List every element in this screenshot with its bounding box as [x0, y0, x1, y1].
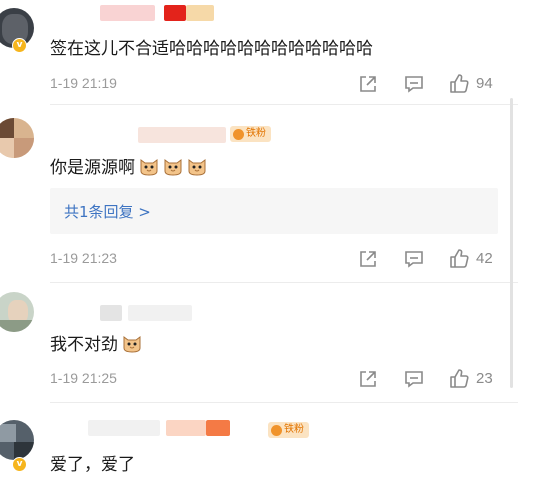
- fan-badge-label: 铁粉: [284, 424, 304, 435]
- comment-text: 爱了，爱了: [50, 455, 135, 475]
- scrollbar[interactable]: [510, 98, 513, 388]
- verified-badge-icon: v: [12, 457, 27, 472]
- crown-icon: [271, 424, 282, 436]
- avatar[interactable]: [0, 420, 34, 460]
- fan-badge: 铁粉: [268, 422, 309, 438]
- username[interactable]: [88, 420, 238, 438]
- comment-item: v 铁粉 爱了，爱了: [0, 0, 533, 486]
